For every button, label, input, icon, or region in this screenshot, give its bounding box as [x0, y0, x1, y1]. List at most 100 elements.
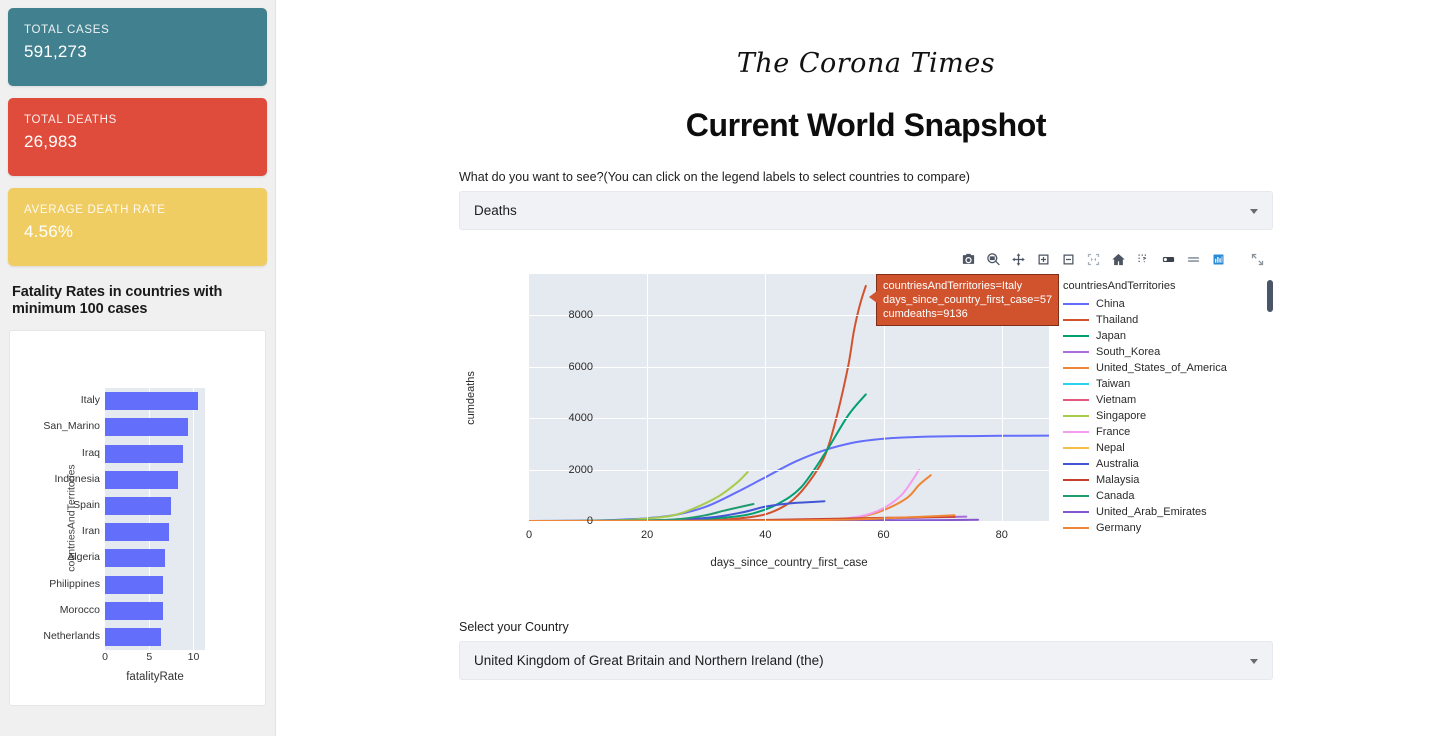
autoscale-icon[interactable] [1084, 250, 1103, 269]
legend-swatch [1063, 527, 1089, 529]
country-select-label: Select your Country [459, 620, 569, 634]
country-select-block: Select your Country United Kingdom of Gr… [459, 620, 1273, 680]
sidebar: TOTAL CASES 591,273 TOTAL DEATHS 26,983 AVER… [0, 0, 276, 736]
bar-chart-bar[interactable] [105, 496, 172, 515]
stat-card: AVERAGE DEATH RATE 4.56% [8, 188, 267, 266]
legend-item-germany[interactable]: Germany [1063, 520, 1273, 536]
stat-card-label: TOTAL DEATHS [24, 114, 117, 126]
line-chart-y-tick: 6000 [568, 360, 593, 373]
plotly-modebar[interactable] [459, 248, 1273, 270]
legend-item-label: United_States_of_America [1096, 362, 1227, 374]
zoom-in-icon[interactable] [1034, 250, 1053, 269]
plotly-logo-icon[interactable] [1209, 250, 1228, 269]
bar-chart-bar[interactable] [105, 392, 198, 411]
legend-item-vietnam[interactable]: Vietnam [1063, 392, 1273, 408]
legend-item-japan[interactable]: Japan [1063, 328, 1273, 344]
zoom-icon[interactable] [984, 250, 1003, 269]
bar-chart-category-label: Morocco [59, 603, 100, 616]
download-plot-png-icon[interactable] [959, 250, 978, 269]
bar-chart-bar[interactable] [105, 627, 161, 646]
bar-chart-category-label: Indonesia [54, 472, 100, 485]
bar-chart-bar[interactable] [105, 418, 189, 437]
legend-item-australia[interactable]: Australia [1063, 456, 1273, 472]
fatality-bar-chart-card: countriesAndTerritories Italy San_Marino I… [9, 330, 266, 707]
bar-chart-row[interactable]: Netherlands [43, 624, 205, 650]
metric-select-block: What do you want to see?(You can click o… [459, 170, 1273, 230]
bar-chart-row[interactable]: Morocco [60, 598, 205, 624]
bar-chart-bar[interactable] [105, 444, 183, 463]
fatality-bar-chart: countriesAndTerritories Italy San_Marino I… [10, 331, 265, 705]
line-series-china[interactable] [528, 434, 1050, 522]
legend-item-malaysia[interactable]: Malaysia [1063, 472, 1273, 488]
legend-item-taiwan[interactable]: Taiwan [1063, 376, 1273, 392]
bar-chart-row[interactable]: Philippines [49, 572, 205, 598]
bar-chart-x-axis-title: fatalityRate [126, 671, 184, 684]
legend-item-label: Japan [1096, 330, 1126, 342]
fullscreen-icon[interactable] [1248, 250, 1267, 269]
bar-chart-row[interactable]: Italy [81, 388, 205, 414]
bar-chart-x-tick: 0 [102, 651, 108, 664]
legend-item-south_korea[interactable]: South_Korea [1063, 344, 1273, 360]
bar-chart-row[interactable]: Iran [82, 519, 205, 545]
legend-item-nepal[interactable]: Nepal [1063, 440, 1273, 456]
pan-icon[interactable] [1009, 250, 1028, 269]
toggle-spike-lines-icon[interactable] [1134, 250, 1153, 269]
bar-chart-bar[interactable] [105, 523, 169, 542]
bar-chart-bar[interactable] [105, 601, 164, 620]
bar-chart-row[interactable]: San_Marino [43, 414, 205, 440]
sidebar-chart-heading: Fatality Rates in countries with minimum… [12, 284, 223, 318]
bar-chart-bar[interactable] [105, 549, 166, 568]
hover-closest-icon[interactable] [1159, 250, 1178, 269]
legend-title: countriesAndTerritories [1063, 280, 1176, 292]
tooltip-line: cumdeaths=9136 [883, 308, 968, 320]
country-select[interactable]: United Kingdom of Great Britain and Nort… [459, 641, 1273, 680]
legend-item-france[interactable]: France [1063, 424, 1273, 440]
bar-chart-bars: Italy San_Marino Iraq Indonesia Spain Iran Alg… [43, 388, 205, 650]
legend-item-label: Nepal [1096, 442, 1125, 454]
reset-axes-icon[interactable] [1109, 250, 1128, 269]
legend-item-united_arab_emirates[interactable]: United_Arab_Emirates [1063, 504, 1273, 520]
bar-chart-row[interactable]: Iraq [82, 441, 205, 467]
bar-chart-category-label: Netherlands [43, 629, 100, 642]
hover-compare-icon[interactable] [1184, 250, 1203, 269]
line-chart-gridline [765, 274, 767, 521]
line-series-thailand[interactable] [528, 284, 867, 522]
metric-select[interactable]: Deaths [459, 191, 1273, 230]
legend-swatch [1063, 511, 1089, 513]
legend-item-thailand[interactable]: Thailand [1063, 312, 1273, 328]
legend-swatch [1063, 431, 1089, 433]
zoom-out-icon[interactable] [1059, 250, 1078, 269]
line-chart-plot-area[interactable]: countriesAndTerritories=Italy days_since… [526, 274, 1060, 541]
page-title: Current World Snapshot [685, 107, 1047, 143]
legend-item-united_states_of_america[interactable]: United_States_of_America [1063, 360, 1273, 376]
line-chart-legend[interactable]: countriesAndTerritories China Thailand Jap… [1059, 276, 1273, 538]
legend-swatch [1063, 479, 1089, 481]
bar-chart-bar[interactable] [105, 470, 178, 489]
line-series-france[interactable] [528, 468, 920, 522]
legend-scrollbar[interactable] [1267, 280, 1273, 312]
stat-card: TOTAL CASES 591,273 [8, 8, 267, 86]
legend-item-list[interactable]: China Thailand Japan South_Korea United_Stat… [1059, 296, 1273, 536]
legend-item-label: Vietnam [1096, 394, 1137, 406]
legend-item-label: Malaysia [1096, 474, 1140, 486]
bar-chart-row[interactable]: Spain [73, 493, 205, 519]
legend-item-canada[interactable]: Canada [1063, 488, 1273, 504]
bar-chart-row[interactable]: Indonesia [54, 467, 205, 493]
bar-chart-row[interactable]: Algeria [67, 545, 205, 571]
legend-item-label: Thailand [1096, 314, 1139, 326]
legend-item-label: Singapore [1096, 410, 1147, 422]
legend-item-singapore[interactable]: Singapore [1063, 408, 1273, 424]
line-chart-x-tick: 0 [525, 529, 533, 541]
bar-chart-x-ticks: 0 5 10 [102, 651, 205, 665]
legend-swatch [1063, 399, 1089, 401]
legend-item-china[interactable]: China [1063, 296, 1273, 312]
legend-swatch [1063, 415, 1089, 417]
bar-chart-bar[interactable] [105, 575, 164, 594]
legend-item-label: United_Arab_Emirates [1096, 506, 1207, 518]
tooltip-line: days_since_country_first_case=57 [883, 294, 1053, 306]
line-chart-gridline [529, 469, 1049, 471]
legend-swatch [1063, 463, 1089, 465]
line-chart-gridline [529, 418, 1049, 420]
bar-chart-category-label: San_Marino [43, 420, 100, 433]
legend-item-label: South_Korea [1096, 346, 1161, 358]
